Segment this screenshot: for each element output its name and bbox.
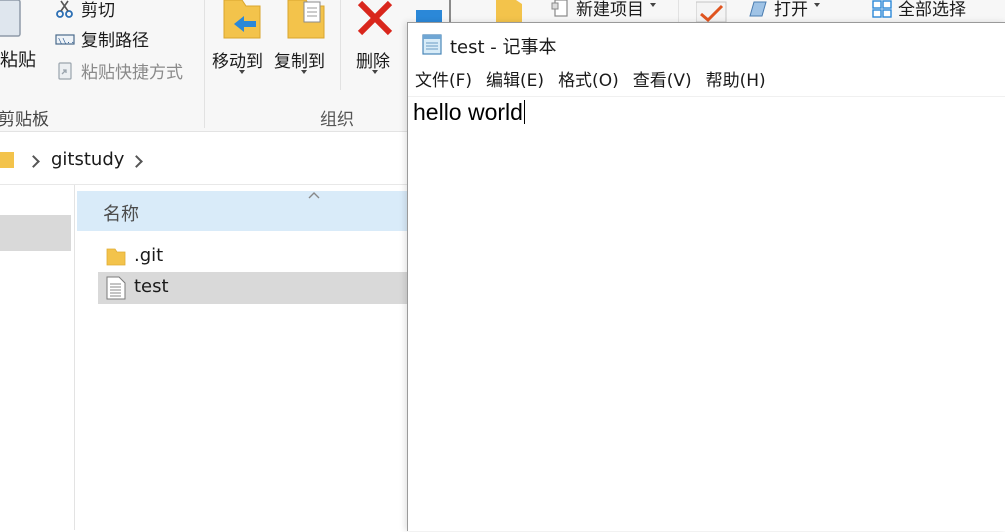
properties-check-icon bbox=[695, 1, 727, 23]
copy-to-button[interactable]: 复制到 bbox=[272, 0, 330, 80]
menu-format[interactable]: 格式(O) bbox=[551, 67, 626, 95]
copy-path-button[interactable]: \\.. 复制路径 bbox=[55, 26, 149, 51]
menu-edit[interactable]: 编辑(E) bbox=[479, 67, 551, 95]
cut-button[interactable]: 剪切 bbox=[55, 0, 115, 21]
delete-button[interactable]: 删除 bbox=[350, 0, 400, 80]
ribbon-separator bbox=[340, 0, 341, 90]
notepad-text-area[interactable]: hello world bbox=[408, 96, 1005, 532]
new-item-button[interactable]: 新建项目 bbox=[550, 0, 656, 20]
notepad-content: hello world bbox=[413, 99, 523, 125]
notepad-menu-bar: 文件(F) 编辑(E) 格式(O) 查看(V) 帮助(H) bbox=[408, 67, 1005, 95]
folder-icon bbox=[0, 152, 14, 168]
menu-file[interactable]: 文件(F) bbox=[408, 67, 479, 95]
svg-text:\\..: \\.. bbox=[58, 37, 75, 45]
copy-to-label: 复制到 bbox=[274, 52, 325, 72]
copy-path-icon: \\.. bbox=[55, 33, 75, 45]
file-name: test bbox=[134, 276, 169, 297]
ribbon-separator bbox=[204, 0, 205, 128]
text-file-icon bbox=[106, 276, 126, 300]
select-all-button[interactable]: 全部选择 bbox=[872, 0, 966, 20]
open-icon bbox=[749, 1, 767, 16]
paste-shortcut-button[interactable]: 粘贴快捷方式 bbox=[55, 58, 183, 83]
breadcrumb-gitstudy[interactable]: gitstudy bbox=[51, 149, 124, 170]
menu-help[interactable]: 帮助(H) bbox=[699, 67, 773, 95]
breadcrumb-chevron-icon bbox=[27, 155, 40, 168]
organize-group-label: 组织 bbox=[320, 110, 354, 130]
open-label: 打开 bbox=[774, 0, 808, 20]
paste-button[interactable]: 粘贴 bbox=[0, 0, 40, 76]
cut-label: 剪切 bbox=[81, 1, 115, 21]
rename-icon bbox=[416, 0, 451, 22]
scissors-icon bbox=[56, 0, 73, 18]
ribbon-separator bbox=[678, 0, 679, 22]
menu-view[interactable]: 查看(V) bbox=[626, 67, 699, 95]
new-item-dropdown-icon bbox=[650, 2, 656, 7]
delete-x-icon bbox=[357, 0, 393, 36]
sort-ascending-icon bbox=[308, 192, 320, 199]
delete-dropdown-icon bbox=[372, 70, 378, 74]
folder-icon bbox=[106, 248, 126, 266]
text-caret bbox=[523, 100, 525, 124]
properties-button-partial[interactable] bbox=[695, 0, 728, 23]
notepad-app-icon bbox=[422, 34, 442, 55]
move-to-label: 移动到 bbox=[212, 52, 263, 72]
column-header-name-label: 名称 bbox=[103, 204, 139, 225]
clipboard-group-label: 剪贴板 bbox=[0, 110, 49, 130]
copy-path-label: 复制路径 bbox=[81, 31, 149, 51]
new-folder-button-partial[interactable] bbox=[496, 0, 524, 22]
rename-button-partial[interactable] bbox=[416, 0, 460, 22]
move-to-button[interactable]: 移动到 bbox=[210, 0, 268, 80]
delete-label: 删除 bbox=[356, 52, 390, 72]
column-header-name[interactable]: 名称 bbox=[77, 191, 407, 231]
copy-to-folder-icon bbox=[287, 0, 325, 39]
select-all-icon bbox=[872, 0, 892, 18]
move-to-dropdown-icon bbox=[239, 70, 245, 74]
breadcrumb-chevron-icon bbox=[130, 155, 143, 168]
file-name: .git bbox=[134, 245, 164, 266]
new-item-icon bbox=[551, 0, 568, 17]
copy-to-dropdown-icon bbox=[301, 70, 307, 74]
file-row-git[interactable]: .git bbox=[98, 241, 407, 273]
new-folder-icon bbox=[496, 0, 522, 22]
notepad-title-bar[interactable]: test - 记事本 bbox=[408, 23, 1005, 63]
paste-shortcut-icon bbox=[58, 61, 72, 80]
new-item-label: 新建项目 bbox=[576, 0, 644, 20]
open-dropdown-icon bbox=[814, 2, 820, 7]
paste-label: 粘贴 bbox=[0, 50, 36, 71]
select-all-label: 全部选择 bbox=[898, 0, 966, 20]
notepad-text-line: hello world bbox=[413, 99, 525, 126]
paste-shortcut-label: 粘贴快捷方式 bbox=[81, 63, 183, 83]
notepad-window-title: test - 记事本 bbox=[450, 37, 557, 58]
file-row-test[interactable]: test bbox=[98, 272, 407, 304]
notepad-window[interactable]: test - 记事本 文件(F) 编辑(E) 格式(O) 查看(V) 帮助(H)… bbox=[407, 22, 1005, 531]
open-button[interactable]: 打开 bbox=[748, 0, 820, 20]
clipboard-icon bbox=[0, 0, 21, 37]
move-to-folder-icon bbox=[223, 0, 261, 39]
navigation-pane-selected-item[interactable] bbox=[0, 215, 71, 251]
